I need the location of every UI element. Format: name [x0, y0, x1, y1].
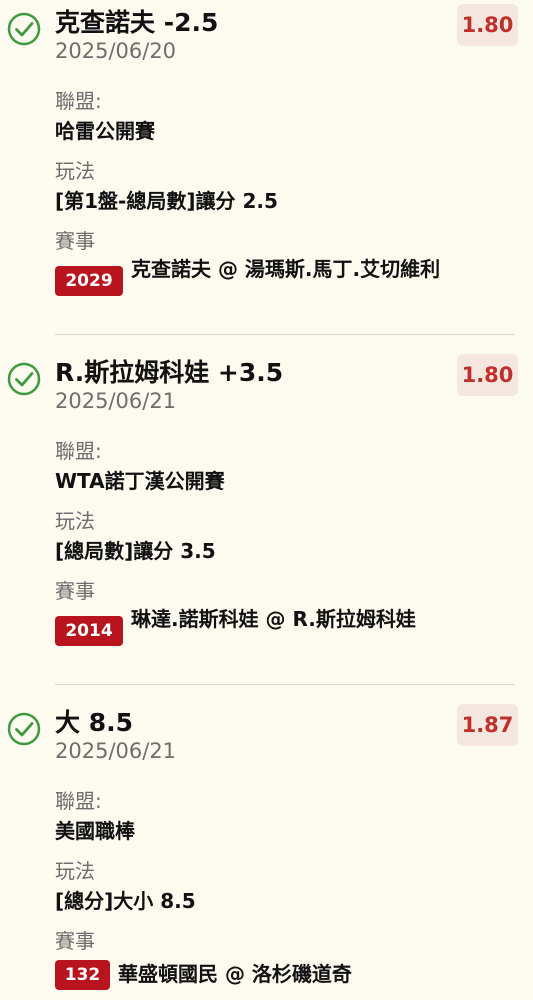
odds-badge: 1.87	[457, 704, 518, 746]
league-label: 聯盟:	[55, 89, 102, 113]
bet-selection-title: 大 8.5	[55, 708, 133, 737]
divider	[55, 334, 515, 335]
event-id-badge: 2029	[55, 266, 123, 296]
odds-badge: 1.80	[457, 354, 518, 396]
bet-date: 2025/06/21	[55, 389, 177, 413]
event-name: 琳達.諾斯科娃 @ R.斯拉姆科娃	[131, 607, 416, 631]
play-value: [第1盤-總局數]讓分 2.5	[55, 189, 278, 213]
play-label: 玩法	[55, 859, 95, 883]
bet-selection-title: 克查諾夫 -2.5	[55, 8, 219, 37]
event-label: 賽事	[55, 579, 95, 603]
league-value: 美國職棒	[55, 819, 135, 843]
check-circle-icon	[7, 12, 41, 46]
league-label: 聯盟:	[55, 439, 102, 463]
play-value: [總局數]讓分 3.5	[55, 539, 216, 563]
bet-date: 2025/06/20	[55, 39, 177, 63]
event-label: 賽事	[55, 229, 95, 253]
event-name: 華盛頓國民 @ 洛杉磯道奇	[118, 962, 352, 986]
bet-card[interactable]: 大 8.5 2025/06/21 1.87 聯盟: 美國職棒 玩法 [總分]大小…	[0, 704, 533, 1000]
event-name: 克查諾夫 @ 湯瑪斯.馬丁.艾切維利	[131, 257, 441, 281]
check-circle-icon	[7, 362, 41, 396]
play-label: 玩法	[55, 509, 95, 533]
bet-card[interactable]: 克查諾夫 -2.5 2025/06/20 1.80 聯盟: 哈雷公開賽 玩法 […	[0, 4, 533, 334]
bet-selection-title: R.斯拉姆科娃 +3.5	[55, 358, 284, 387]
play-label: 玩法	[55, 159, 95, 183]
play-value: [總分]大小 8.5	[55, 889, 196, 913]
league-value: 哈雷公開賽	[55, 119, 155, 143]
odds-badge: 1.80	[457, 4, 518, 46]
event-label: 賽事	[55, 929, 95, 953]
divider	[55, 684, 515, 685]
event-id-badge: 132	[55, 960, 110, 990]
league-label: 聯盟:	[55, 789, 102, 813]
bet-card[interactable]: R.斯拉姆科娃 +3.5 2025/06/21 1.80 聯盟: WTA諾丁漢公…	[0, 354, 533, 684]
bet-date: 2025/06/21	[55, 739, 177, 763]
league-value: WTA諾丁漢公開賽	[55, 469, 225, 493]
check-circle-icon	[7, 712, 41, 746]
event-id-badge: 2014	[55, 616, 123, 646]
